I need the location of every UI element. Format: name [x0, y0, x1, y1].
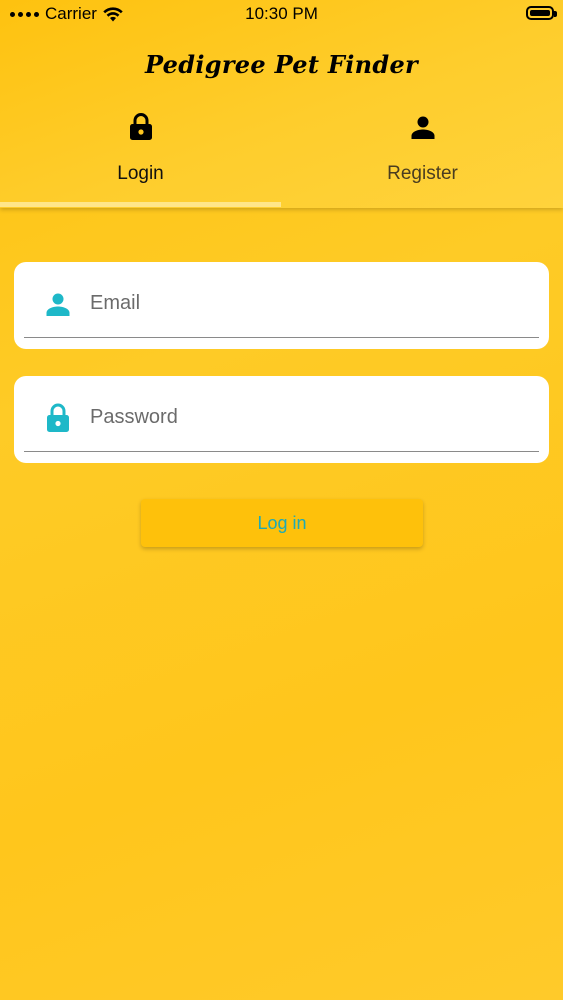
lock-icon	[126, 112, 156, 142]
password-field-card	[14, 376, 549, 463]
tab-login-label: Login	[117, 163, 164, 184]
app-title: Pedigree Pet Finder	[144, 50, 418, 79]
tab-register-label: Register	[387, 163, 458, 184]
status-bar: Carrier 10:30 PM	[0, 0, 563, 28]
tab-selected-indicator	[0, 202, 281, 207]
email-underline	[24, 337, 539, 338]
person-icon	[44, 289, 72, 319]
email-input[interactable]	[90, 286, 520, 320]
tab-login[interactable]: Login	[0, 112, 281, 202]
email-field-card	[14, 262, 549, 349]
login-button[interactable]: Log in	[141, 499, 423, 547]
password-input[interactable]	[90, 400, 520, 434]
app-header: Carrier 10:30 PM Pedigree Pet Finder Log…	[0, 0, 563, 208]
battery-icon	[526, 6, 557, 20]
password-underline	[24, 451, 539, 452]
tab-register[interactable]: Register	[282, 112, 563, 202]
person-icon	[408, 112, 438, 142]
status-time: 10:30 PM	[245, 4, 318, 23]
lock-icon	[44, 403, 72, 433]
